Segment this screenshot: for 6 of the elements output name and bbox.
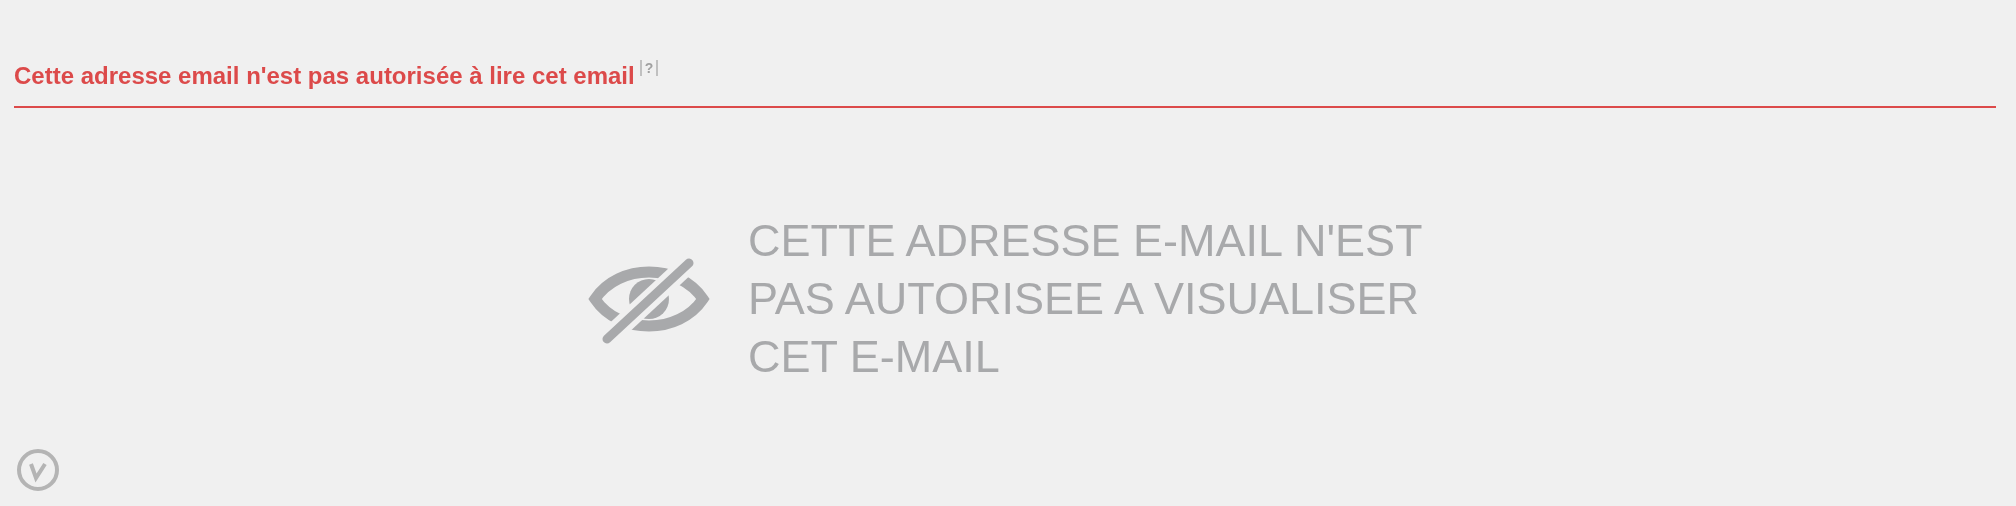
message-text: CET E-MAIL: [748, 330, 1001, 384]
message-text: CETTE ADRESSE E-MAIL N'EST: [748, 214, 1423, 268]
error-title: Cette adresse email n'est pas autorisée à lire cet email: [14, 61, 635, 91]
message-text: PAS AUTORISEE A VISUALISER: [748, 272, 1421, 326]
v-logo-icon: [14, 446, 62, 494]
help-link[interactable]: ?: [639, 60, 659, 76]
